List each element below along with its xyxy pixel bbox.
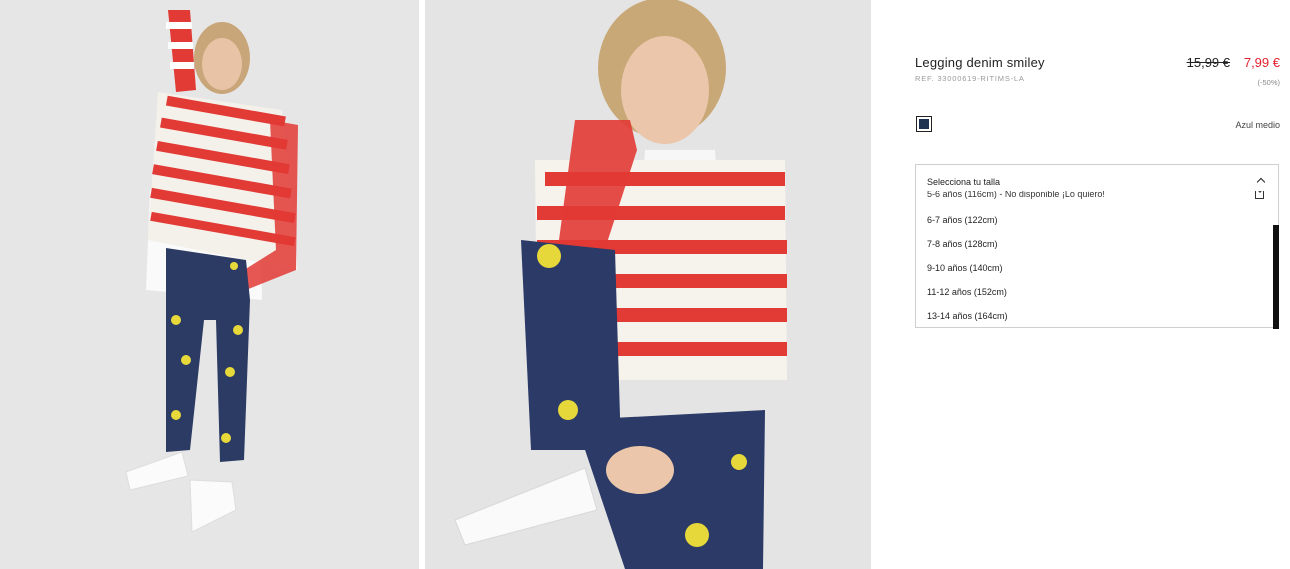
swatch-fill [919,119,929,129]
size-option-5-6[interactable]: 5-6 años (116cm) - No disponible ¡Lo qui… [927,191,1105,199]
sale-price: 7,99 € [1243,55,1280,70]
size-option-7-8[interactable]: 7-8 años (128cm) [927,239,998,249]
product-photo-1[interactable] [0,0,419,569]
product-photo-2[interactable] [425,0,871,569]
notify-icon[interactable] [1255,191,1264,199]
size-dropdown[interactable]: Selecciona tu talla 5-6 años (116cm) - N… [915,164,1279,329]
model-standing-image [0,0,419,569]
size-list-scrollbar[interactable] [1273,225,1279,329]
product-reference: REF. 33000619-RITIMS-LA [915,74,1025,83]
model-kneeling-image [425,0,871,569]
color-swatch-azul-medio[interactable] [916,116,932,132]
chevron-up-icon[interactable] [1256,177,1266,187]
size-dropdown-label: Selecciona tu talla [927,177,1001,187]
size-option-13-14[interactable]: 13-14 años (164cm) [927,311,1008,321]
size-option-9-10[interactable]: 9-10 años (140cm) [927,263,1003,273]
original-price: 15,99 € [1186,55,1230,70]
size-option-6-7[interactable]: 6-7 años (122cm) [927,215,998,225]
discount-badge: (-50%) [1257,78,1280,87]
product-title: Legging denim smiley [915,55,1045,70]
selected-color-name: Azul medio [1235,120,1280,130]
size-option-11-12[interactable]: 11-12 años (152cm) [927,287,1007,297]
product-info-panel: Legging denim smiley REF. 33000619-RITIM… [871,0,1290,569]
size-options-list: 5-6 años (116cm) - No disponible ¡Lo qui… [916,191,1278,327]
